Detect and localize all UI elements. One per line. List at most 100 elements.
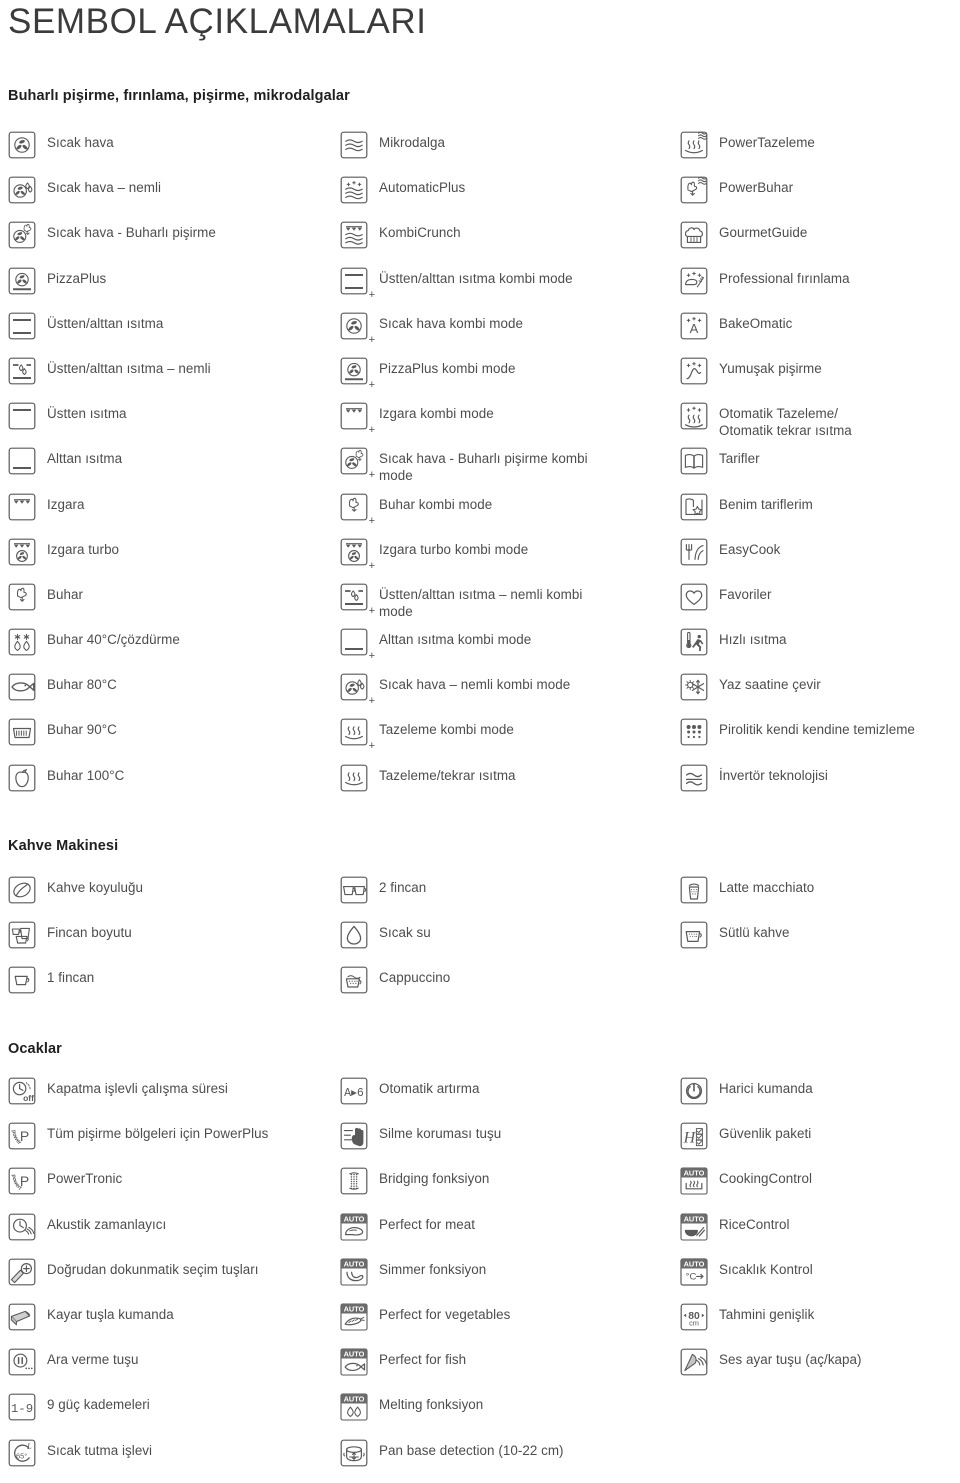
- symbol-row: Sütlü kahve: [680, 920, 960, 965]
- combi-plus-marker: +: [368, 288, 375, 301]
- symbol-label: Latte macchiato: [719, 880, 815, 895]
- symbol-row: AUTO CookingControl: [680, 1166, 960, 1211]
- symbol-row: Tazeleme/tekrar ısıtma: [340, 763, 670, 808]
- symbol-label: GourmetGuide: [719, 225, 808, 241]
- hot-air-steam-icon: [8, 221, 36, 249]
- symbol-label: CookingControl: [719, 1171, 812, 1187]
- melting-icon: AUTO: [340, 1393, 368, 1421]
- svg-text:AUTO: AUTO: [684, 1214, 705, 1223]
- simmer-icon: AUTO: [340, 1258, 368, 1286]
- symbol-label: Bridging fonksiyon: [379, 1171, 490, 1187]
- slider-control-icon: [8, 1303, 36, 1331]
- symbol-row: Sıcak hava – nemli: [8, 175, 338, 220]
- coffee-bean-icon: [8, 876, 36, 904]
- symbol-label: Otomatik artırma: [379, 1081, 480, 1096]
- top-bottom-heat-icon: [8, 312, 36, 340]
- symbol-label: Sıcak hava – nemli kombi mode: [379, 677, 571, 693]
- symbol-row: Professional fırınlama: [680, 266, 960, 311]
- symbol-row: 1 fincan: [8, 965, 338, 1010]
- symbol-row: Harici kumanda: [680, 1076, 960, 1121]
- symbol-column-1: Sıcak hava Sıcak hava – nemli Sıcak hava -…: [8, 130, 338, 808]
- refresh-combi-icon: +: [340, 718, 375, 752]
- symbol-label: Tüm pişirme bölgeleri için PowerPlus: [47, 1126, 269, 1142]
- symbol-label: Alttan ısıtma: [47, 451, 123, 467]
- symbol-label: EasyCook: [719, 541, 781, 557]
- symbol-label: AutomaticPlus: [379, 180, 466, 196]
- symbol-row: Izgara: [8, 492, 338, 537]
- external-control-icon: [680, 1077, 708, 1105]
- bottom-heat-icon: [8, 447, 36, 475]
- kombicrunch-icon: [340, 221, 368, 249]
- wipe-protection-icon: [340, 1122, 368, 1150]
- ricecontrol-icon: AUTO: [680, 1213, 708, 1241]
- steam-90-icon: [8, 718, 36, 746]
- symbol-label: Otomatik Tazeleme/ Otomatik tekrar ısıtm…: [719, 406, 852, 439]
- symbol-label: Perfect for fish: [379, 1352, 467, 1368]
- symbol-column-3: Latte macchiato Sütlü kahve: [680, 875, 960, 965]
- cup-size-icon: [8, 921, 36, 949]
- svg-text:AUTO: AUTO: [344, 1305, 365, 1314]
- symbol-row: AUTO Perfect for meat: [340, 1212, 670, 1257]
- symbol-label: Üstten/alttan ısıtma kombi mode: [379, 270, 573, 286]
- symbol-row: Sıcak su: [340, 920, 670, 965]
- symbol-label: Üstten/alttan ısıtma: [47, 315, 164, 331]
- symbol-row: 2 fincan: [340, 875, 670, 920]
- symbol-row: Hızlı ısıtma: [680, 627, 960, 672]
- microwave-icon: [340, 131, 368, 159]
- symbol-label: Fincan boyutu: [47, 925, 132, 941]
- symbol-row: + Üstten/alttan ısıtma – nemli kombi mode: [340, 582, 670, 627]
- symbol-row: + Sıcak hava - Buharlı pişirme kombi mode: [340, 446, 670, 491]
- symbol-label: Üstten/alttan ısıtma – nemli kombi mode: [379, 586, 583, 619]
- top-bottom-heat-moist-combi-icon: +: [340, 583, 375, 616]
- two-cups-icon: [340, 876, 368, 904]
- symbol-label: Professional fırınlama: [719, 270, 850, 286]
- symbol-label: Buhar 100°C: [47, 767, 125, 783]
- auto-refresh-icon: [680, 402, 708, 430]
- symbol-row: + Izgara kombi mode: [340, 401, 670, 446]
- symbol-row: Pan base detection (10-22 cm): [340, 1438, 670, 1483]
- hot-air-icon: [8, 131, 36, 159]
- symbol-row: + Alttan ısıtma kombi mode: [340, 627, 670, 672]
- symbol-row: Latte macchiato: [680, 875, 960, 920]
- auto-boost-icon: A▸6: [340, 1077, 368, 1105]
- nine-power-levels-icon: 1-9: [8, 1393, 36, 1421]
- symbol-row: PowerTazeleme: [680, 130, 960, 175]
- symbol-label: Kapatma işlevli çalışma süresi: [47, 1081, 228, 1096]
- symbol-label: İnvertör teknolojisi: [719, 767, 828, 783]
- symbol-row: Buhar 40°C/çözdürme: [8, 627, 338, 672]
- symbol-label: Sıcaklık Kontrol: [719, 1261, 813, 1277]
- symbol-label: BakeOmatic: [719, 315, 793, 331]
- symbol-label: Tahmini genişlik: [719, 1306, 815, 1322]
- perfect-vegetables-icon: AUTO: [340, 1303, 368, 1331]
- grill-combi-icon: +: [340, 402, 375, 436]
- combi-plus-marker: +: [368, 333, 375, 346]
- symbol-label: Simmer fonksiyon: [379, 1261, 487, 1277]
- symbol-label: Kayar tuşla kumanda: [47, 1306, 174, 1322]
- svg-text:65°: 65°: [16, 1451, 27, 1460]
- svg-text:1-9: 1-9: [11, 1402, 33, 1416]
- milk-coffee-icon: [680, 921, 708, 949]
- pizzaplus-icon: [8, 267, 36, 295]
- steam-combi-icon: +: [340, 493, 375, 526]
- pizzaplus-combi-icon: +: [340, 357, 375, 390]
- symbol-row: Fincan boyutu: [8, 920, 338, 965]
- symbol-label: Buhar kombi mode: [379, 496, 493, 512]
- symbol-row: Buhar: [8, 582, 338, 627]
- symbol-row: Yaz saatine çevir: [680, 672, 960, 717]
- symbol-row: 1-9 9 güç kademeleri: [8, 1392, 338, 1437]
- bottom-heat-combi-icon: +: [340, 628, 375, 662]
- symbol-label: Sıcak hava - Buharlı pişirme: [47, 225, 216, 241]
- symbol-row: Pirolitik kendi kendine temizleme: [680, 717, 960, 762]
- symbol-label: Harici kumanda: [719, 1081, 813, 1096]
- cappuccino-icon: [340, 966, 368, 994]
- svg-text:L: L: [26, 1441, 32, 1451]
- symbol-row: Bridging fonksiyon: [340, 1166, 670, 1211]
- symbol-label: Favoriler: [719, 586, 772, 602]
- hot-air-steam-combi-icon: +: [340, 447, 375, 481]
- professional-baking-icon: [680, 267, 708, 295]
- symbol-row: PizzaPlus: [8, 266, 338, 311]
- symbol-row: EasyCook: [680, 537, 960, 582]
- symbol-row: Doğrudan dokunmatik seçim tuşları: [8, 1257, 338, 1302]
- symbol-column-1: off Kapatma işlevli çalışma süresi Ppowerp…: [8, 1076, 338, 1483]
- symbol-row: Tarifler: [680, 446, 960, 491]
